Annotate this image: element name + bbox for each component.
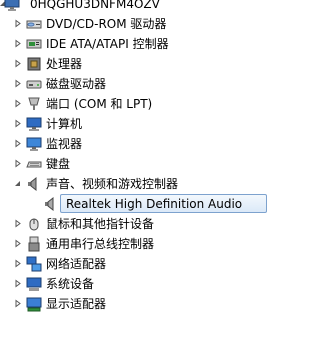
category-label: 磁盘驱动器 — [46, 77, 107, 91]
expand-arrow-icon[interactable] — [13, 119, 22, 128]
category-label: 端口 (COM 和 LPT) — [46, 97, 153, 111]
display-adapter-icon — [26, 296, 42, 312]
expand-arrow-icon[interactable] — [13, 79, 22, 88]
expand-arrow-icon[interactable] — [13, 19, 22, 28]
tree-item-ide[interactable]: IDE ATA/ATAPI 控制器 — [0, 34, 303, 54]
speaker-icon — [43, 196, 59, 212]
root-label: 0HQGHU3DNFM4OZV — [30, 0, 160, 11]
category-label: 鼠标和其他指针设备 — [46, 217, 155, 231]
dvd-drive-icon — [26, 16, 42, 32]
tree-item-sound[interactable]: 声音、视频和游戏控制器 — [0, 174, 303, 194]
expand-arrow-icon[interactable] — [13, 299, 22, 308]
tree-item-display-adapter[interactable]: 显示适配器 — [0, 294, 303, 314]
disk-drive-icon — [26, 76, 42, 92]
expand-arrow-icon[interactable] — [13, 99, 22, 108]
expand-arrow-icon[interactable] — [13, 159, 22, 168]
expand-arrow-icon[interactable] — [13, 59, 22, 68]
expand-arrow-icon[interactable] — [13, 259, 22, 268]
category-label: 通用串行总线控制器 — [46, 237, 155, 251]
category-label: 键盘 — [46, 157, 71, 171]
tree-item-usb[interactable]: 通用串行总线控制器 — [0, 234, 303, 254]
processor-icon — [26, 56, 42, 72]
collapse-arrow-icon[interactable] — [13, 179, 22, 188]
category-label: 处理器 — [46, 57, 83, 71]
tree-item-mouse[interactable]: 鼠标和其他指针设备 — [0, 214, 303, 234]
expand-arrow-icon[interactable] — [13, 219, 22, 228]
tree-item-processor[interactable]: 处理器 — [0, 54, 303, 74]
tree-item-keyboard[interactable]: 键盘 — [0, 154, 303, 174]
expand-arrow-icon[interactable] — [13, 279, 22, 288]
tree-item-system[interactable]: 系统设备 — [0, 274, 303, 294]
port-icon — [26, 96, 42, 112]
category-label: IDE ATA/ATAPI 控制器 — [46, 37, 169, 51]
keyboard-icon — [26, 156, 42, 172]
category-label: 显示适配器 — [46, 297, 107, 311]
tree-item-disk[interactable]: 磁盘驱动器 — [0, 74, 303, 94]
system-device-icon — [26, 276, 42, 292]
tree-item-network[interactable]: 网络适配器 — [0, 254, 303, 274]
tree-item-dvd[interactable]: DVD/CD-ROM 驱动器 — [0, 14, 303, 34]
category-label: 监视器 — [46, 137, 83, 151]
category-label: 网络适配器 — [46, 257, 107, 271]
tree-item-port[interactable]: 端口 (COM 和 LPT) — [0, 94, 303, 114]
tree-item-monitor[interactable]: 监视器 — [0, 134, 303, 154]
tree-item-realtek-audio[interactable]: Realtek High Definition Audio — [0, 194, 303, 214]
tree-root[interactable]: 0HQGHU3DNFM4OZV — [0, 0, 303, 14]
mouse-icon — [26, 216, 42, 232]
network-adapter-icon — [26, 256, 42, 272]
device-label: Realtek High Definition Audio — [66, 197, 243, 211]
sound-icon — [26, 176, 42, 192]
expand-arrow-icon[interactable] — [13, 239, 22, 248]
tree-item-computer[interactable]: 计算机 — [0, 114, 303, 134]
monitor-icon — [26, 136, 42, 152]
ide-controller-icon — [26, 36, 42, 52]
device-tree: 0HQGHU3DNFM4OZV DVD/CD-ROM 驱动器 IDE ATA/A… — [0, 0, 303, 341]
category-label: 声音、视频和游戏控制器 — [46, 177, 179, 191]
computer-root-icon — [4, 0, 20, 12]
expand-arrow-icon[interactable] — [13, 139, 22, 148]
usb-icon — [26, 236, 42, 252]
category-label: DVD/CD-ROM 驱动器 — [46, 17, 167, 31]
category-label: 系统设备 — [46, 277, 95, 291]
computer-icon — [26, 116, 42, 132]
category-label: 计算机 — [46, 117, 83, 131]
expand-arrow-icon[interactable] — [13, 39, 22, 48]
